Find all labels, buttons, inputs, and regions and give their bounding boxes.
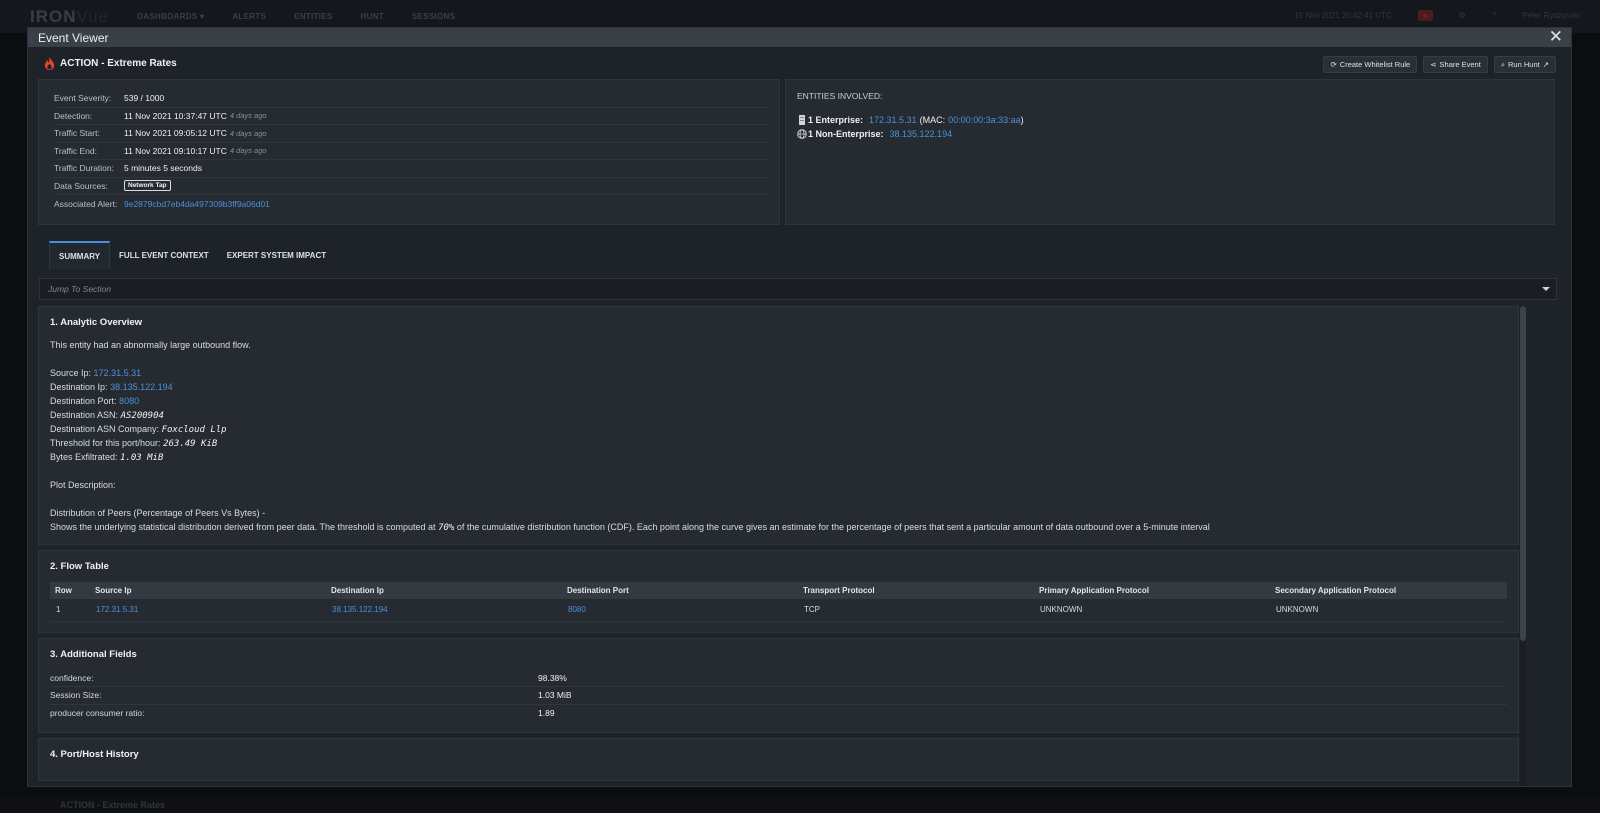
asn-company-line: Destination ASN Company: Foxcloud Llp (50, 424, 227, 435)
section-title: 3. Additional Fields (50, 648, 137, 660)
traffic-start-row: Traffic Start: 11 Nov 2021 09:05:12 UTC … (54, 125, 769, 143)
source-ip-line: Source Ip: 172.31.5.31 (50, 368, 142, 378)
port-host-history-section: 4. Port/Host History (38, 738, 1519, 781)
nonenterprise-ip-link[interactable]: 38.135.122.194 (890, 129, 953, 139)
close-icon[interactable]: ✕ (1549, 28, 1563, 45)
content-scrollbar[interactable] (1520, 306, 1526, 786)
app-datetime: 15 Nov 2021 20:42:41 UTC (1294, 11, 1392, 20)
plot-description-label: Plot Description: (50, 480, 116, 490)
source-ip-link[interactable]: 172.31.5.31 (94, 368, 142, 378)
field-row-confidence: confidence: 98.38% (50, 670, 1507, 687)
nav-sessions: SESSIONS (411, 12, 456, 21)
dest-asn-line: Destination ASN: AS200904 (50, 410, 164, 421)
entities-heading: ENTITIES INVOLVED: (797, 91, 883, 101)
flow-table: Row Source Ip Destination Ip Destination… (50, 582, 1507, 622)
field-row-session-size: Session Size: 1.03 MiB (50, 687, 1507, 705)
traffic-start-value: 11 Nov 2021 09:05:12 UTC (124, 128, 227, 139)
severity-value: 539 / 1000 (124, 93, 165, 104)
additional-fields-section: 3. Additional Fields confidence: 98.38% … (38, 637, 1519, 733)
distribution-title: Distribution of Peers (Percentage of Pee… (50, 508, 266, 518)
bottom-event-title: ACTION - Extreme Rates (60, 800, 166, 810)
caret-down-icon (1542, 287, 1550, 291)
flow-source-ip-link[interactable]: 172.31.5.31 (90, 599, 326, 622)
nav-dashboards: DASHBOARDS ▾ (137, 12, 205, 21)
nonenterprise-entity: 1 Non-Enterprise: 38.135.122.194 (797, 127, 1543, 141)
tab-summary[interactable]: SUMMARY (49, 241, 111, 269)
flow-table-section: 2. Flow Table Row Source Ip Destination … (38, 550, 1519, 633)
event-info-row: Event Severity: 539 / 1000 Detection: 11… (28, 79, 1571, 225)
nav-hunt: HUNT (360, 12, 384, 21)
tab-full-event-context[interactable]: FULL EVENT CONTEXT (110, 241, 218, 269)
user-name: Peter Rydzynski (1522, 11, 1580, 20)
tab-expert-system-impact[interactable]: EXPERT SYSTEM IMPACT (218, 241, 335, 269)
dest-port-link[interactable]: 8080 (119, 396, 139, 406)
app-logo: IRONVue (30, 6, 110, 26)
traffic-duration-value: 5 minutes 5 seconds (124, 163, 202, 174)
table-header-row: Row Source Ip Destination Ip Destination… (50, 582, 1507, 599)
data-sources-row: Data Sources: Network Tap (54, 178, 769, 195)
share-icon: ⋖ (1430, 60, 1437, 69)
app-bottom-bar: ACTION - Extreme Rates (0, 798, 1600, 813)
dest-ip-link[interactable]: 38.135.122.194 (110, 382, 173, 392)
search-icon: ⌕ (1500, 59, 1506, 69)
building-icon (799, 115, 805, 125)
share-event-button[interactable]: ⋖ Share Event (1423, 56, 1488, 73)
flow-dest-port-link[interactable]: 8080 (562, 599, 798, 622)
alert-badge: ● (1417, 10, 1433, 21)
section-title: 2. Flow Table (50, 561, 109, 572)
refresh-icon: ⟳ (1330, 60, 1337, 69)
field-row-producer-consumer-ratio: producer consumer ratio: 1.89 (50, 708, 555, 719)
globe-icon (797, 129, 807, 139)
nav-alerts: ALERTS (232, 12, 267, 21)
associated-alert-row: Associated Alert: 9e2879cbd7eb4da497309b… (54, 198, 270, 209)
distribution-description: Shows the underlying statistical distrib… (50, 522, 1210, 533)
enterprise-entity: 1 Enterprise: 172.31.5.31 (MAC: 00:00:00… (797, 113, 1543, 127)
traffic-end-value: 11 Nov 2021 09:10:17 UTC (124, 145, 227, 156)
analytic-overview-section: 1. Analytic Overview This entity had an … (38, 306, 1519, 545)
gear-icon: ⚙ (1458, 11, 1466, 20)
detection-value: 11 Nov 2021 10:37:47 UTC (124, 110, 227, 121)
event-header: ACTION - Extreme Rates ⟳ Create Whitelis… (28, 47, 1571, 79)
overview-intro: This entity had an abnormally large outb… (50, 340, 251, 350)
associated-alert-link[interactable]: 9e2879cbd7eb4da497309b3ff9a06d01 (124, 199, 270, 209)
external-link-icon: ↗ (1542, 60, 1549, 69)
modal-header: Event Viewer ✕ (28, 28, 1571, 47)
tab-bar: SUMMARY FULL EVENT CONTEXT EXPERT SYSTEM… (49, 241, 1571, 269)
network-tap-tag: Network Tap (124, 180, 171, 192)
entities-panel: ENTITIES INVOLVED: 1 Enterprise: 172.31.… (785, 79, 1555, 225)
bytes-exfiltrated-line: Bytes Exfiltrated: 1.03 MiB (50, 452, 164, 463)
event-actions: ⟳ Create Whitelist Rule ⋖ Share Event ⌕ … (1323, 56, 1556, 73)
event-details-panel: Event Severity: 539 / 1000 Detection: 11… (38, 79, 780, 225)
traffic-end-row: Traffic End: 11 Nov 2021 09:10:17 UTC 4 … (54, 143, 769, 160)
dest-ip-line: Destination Ip: 38.135.122.194 (50, 382, 173, 392)
create-whitelist-button[interactable]: ⟳ Create Whitelist Rule (1323, 56, 1418, 73)
section-title: 4. Port/Host History (50, 749, 139, 760)
severity-row: Event Severity: 539 / 1000 (54, 90, 769, 108)
detection-row: Detection: 11 Nov 2021 10:37:47 UTC 4 da… (54, 108, 769, 125)
modal-title: Event Viewer (38, 30, 109, 45)
section-title: 1. Analytic Overview (50, 317, 143, 328)
event-viewer-modal: Event Viewer ✕ ACTION - Extreme Rates ⟳ … (27, 27, 1572, 787)
table-row: 1 172.31.5.31 38.135.122.194 8080 TCP UN… (50, 599, 1507, 622)
traffic-duration-row: Traffic Duration: 5 minutes 5 seconds (54, 160, 769, 178)
enterprise-ip-link[interactable]: 172.31.5.31 (869, 115, 917, 125)
summary-content: 1. Analytic Overview This entity had an … (38, 306, 1519, 786)
nav-entities: ENTITIES (294, 12, 333, 21)
help-icon: ? (1491, 11, 1497, 20)
event-title: ACTION - Extreme Rates (60, 57, 177, 69)
fire-icon (44, 56, 55, 70)
threshold-line: Threshold for this port/hour: 263.49 KiB (50, 438, 218, 449)
jump-to-section-select[interactable]: Jump To Section (39, 278, 1557, 300)
flow-dest-ip-link[interactable]: 38.135.122.194 (326, 599, 562, 622)
scrollbar-thumb[interactable] (1520, 306, 1526, 641)
run-hunt-button[interactable]: ⌕ Run Hunt ↗ (1493, 56, 1556, 73)
dest-port-line: Destination Port: 8080 (50, 396, 140, 406)
enterprise-mac-link[interactable]: 00:00:00:3a:33:aa (948, 115, 1021, 125)
